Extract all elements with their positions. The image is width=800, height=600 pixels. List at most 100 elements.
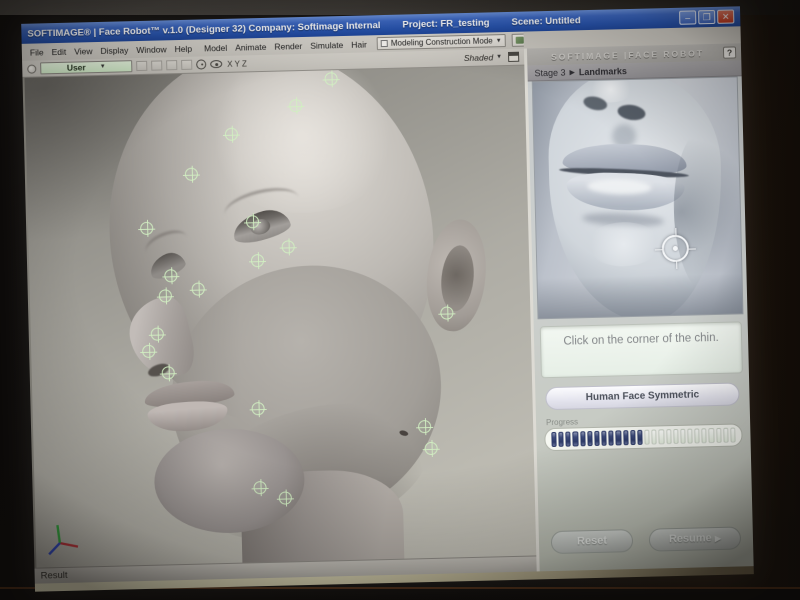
axis-toggle[interactable]: Z — [241, 59, 248, 68]
landmark-marker[interactable] — [142, 345, 155, 358]
camera-view-label: User — [67, 62, 86, 72]
minimize-button[interactable]: – — [679, 10, 696, 24]
axis-gizmo-icon — [43, 516, 86, 559]
file-menu-group: FileEditViewDisplayWindowHelp — [26, 42, 196, 58]
viewport-memo-button[interactable] — [136, 61, 147, 71]
landmark-marker[interactable] — [440, 306, 453, 319]
mode-menu-item[interactable]: Hair — [347, 38, 371, 51]
orbit-tool-icon[interactable] — [196, 59, 206, 69]
construction-mode-dropdown[interactable]: Modeling Construction Mode ▼ — [377, 34, 506, 50]
menu-item[interactable]: View — [70, 45, 97, 58]
viewport-lock-icon[interactable] — [27, 64, 36, 73]
progress-segment — [558, 432, 564, 447]
display-mode-dropdown[interactable]: Shaded ▼ — [464, 52, 502, 63]
progress-segment — [702, 428, 708, 443]
menu-item[interactable]: File — [26, 46, 48, 59]
landmark-marker[interactable] — [251, 254, 264, 267]
progress-segment — [651, 429, 657, 444]
landmark-marker[interactable] — [159, 289, 172, 302]
landmark-marker[interactable] — [418, 420, 431, 433]
mode-menu-item[interactable]: Model — [200, 41, 231, 54]
progress-segment — [730, 428, 736, 443]
progress-segment — [666, 429, 672, 444]
landmark-marker[interactable] — [164, 269, 177, 282]
progress-segment — [573, 431, 579, 446]
app-window: SOFTIMAGE® | Face Robot™ v.1.0 (Designer… — [21, 6, 754, 591]
display-mode-label: Shaded — [464, 52, 494, 63]
chevron-down-icon: ▼ — [496, 54, 502, 60]
chevron-down-icon: ▼ — [100, 64, 106, 70]
landmark-marker[interactable] — [246, 215, 259, 228]
result-label: Result — [41, 570, 68, 582]
play-icon: ▶ — [715, 534, 721, 543]
landmark-marker[interactable] — [253, 481, 266, 494]
pass-selector-dropdown[interactable]: Default_Pass — [511, 32, 523, 47]
help-button[interactable]: ? — [723, 46, 736, 58]
menu-item[interactable]: Help — [170, 42, 196, 55]
instruction-box: Click on the corner of the chin. — [540, 321, 743, 378]
progress-segment — [609, 431, 615, 446]
construction-mode-icon — [381, 40, 388, 47]
progress-segment — [623, 430, 629, 445]
stage-label: Stage 3 — [534, 67, 565, 78]
window-controls: – ❐ ✕ — [679, 9, 734, 24]
face-robot-panel: SOFTIMAGE |FACE ROBOT ? Stage 3 ▶ Landma… — [524, 43, 754, 571]
progress-segment — [580, 431, 586, 446]
progress-segment — [587, 431, 593, 446]
progress-segment — [616, 430, 622, 445]
viewport-memo-button[interactable] — [166, 60, 177, 70]
3d-viewport[interactable] — [22, 66, 536, 568]
landmark-marker[interactable] — [151, 327, 164, 340]
progress-section: Progress — [544, 413, 743, 451]
mode-menu-item[interactable]: Animate — [231, 40, 270, 53]
progress-segment — [637, 430, 643, 445]
project-label: Project: FR_testing — [402, 17, 489, 30]
landmark-marker[interactable] — [282, 240, 295, 253]
panel-footer: Reset Resume ▶ — [539, 526, 754, 571]
landmark-marker[interactable] — [279, 491, 292, 504]
progress-segment — [630, 430, 636, 445]
progress-segment — [694, 428, 700, 443]
restore-button[interactable]: ❐ — [698, 10, 715, 24]
scene-label: Scene: Untitled — [511, 15, 580, 28]
close-button[interactable]: ✕ — [717, 9, 734, 23]
viewport-memo-button[interactable] — [181, 60, 192, 70]
progress-segment — [644, 430, 650, 445]
landmark-marker[interactable] — [324, 72, 337, 85]
landmark-marker[interactable] — [192, 282, 205, 295]
progress-segment — [680, 429, 686, 444]
menu-item[interactable]: Window — [132, 43, 171, 56]
progress-segment — [594, 431, 600, 446]
construction-mode-label: Modeling Construction Mode — [391, 36, 493, 47]
viewport-header-right: Shaded ▼ — [464, 52, 519, 63]
template-button[interactable]: Human Face Symmetric — [545, 382, 740, 410]
mode-menu-item[interactable]: Simulate — [306, 38, 347, 51]
stage-title: Landmarks — [579, 66, 627, 77]
camera-view-dropdown[interactable]: User ▼ — [40, 60, 132, 74]
landmark-marker[interactable] — [225, 128, 238, 141]
menu-item[interactable]: Display — [96, 44, 132, 57]
resume-label: Resume — [669, 532, 712, 545]
panel-spacer — [537, 446, 753, 531]
landmark-marker[interactable] — [140, 222, 153, 235]
menu-item[interactable]: Edit — [47, 45, 70, 58]
guide-neck-shadow — [538, 273, 743, 319]
landmark-marker[interactable] — [251, 402, 264, 415]
reset-button[interactable]: Reset — [551, 529, 634, 554]
chin-guide-image — [532, 76, 744, 319]
viewport-memo-button[interactable] — [151, 60, 162, 70]
landmark-marker[interactable] — [185, 168, 198, 181]
landmark-marker[interactable] — [425, 442, 438, 455]
resume-button[interactable]: Resume ▶ — [649, 526, 742, 551]
viewport-column: User ▼ XYZ Shaded ▼ — [22, 49, 537, 584]
chevron-down-icon: ▼ — [496, 38, 502, 44]
progress-segment — [723, 428, 729, 443]
maximize-viewport-icon[interactable] — [508, 52, 519, 62]
brand-watermark: SOFTIMAGE |FACE ROBOT — [532, 47, 723, 62]
landmark-marker[interactable] — [289, 99, 302, 112]
progress-segment — [659, 429, 665, 444]
landmark-marker[interactable] — [162, 366, 175, 379]
mode-menu-item[interactable]: Render — [270, 39, 306, 52]
visibility-eye-icon[interactable] — [210, 60, 222, 68]
progress-segment — [687, 429, 693, 444]
